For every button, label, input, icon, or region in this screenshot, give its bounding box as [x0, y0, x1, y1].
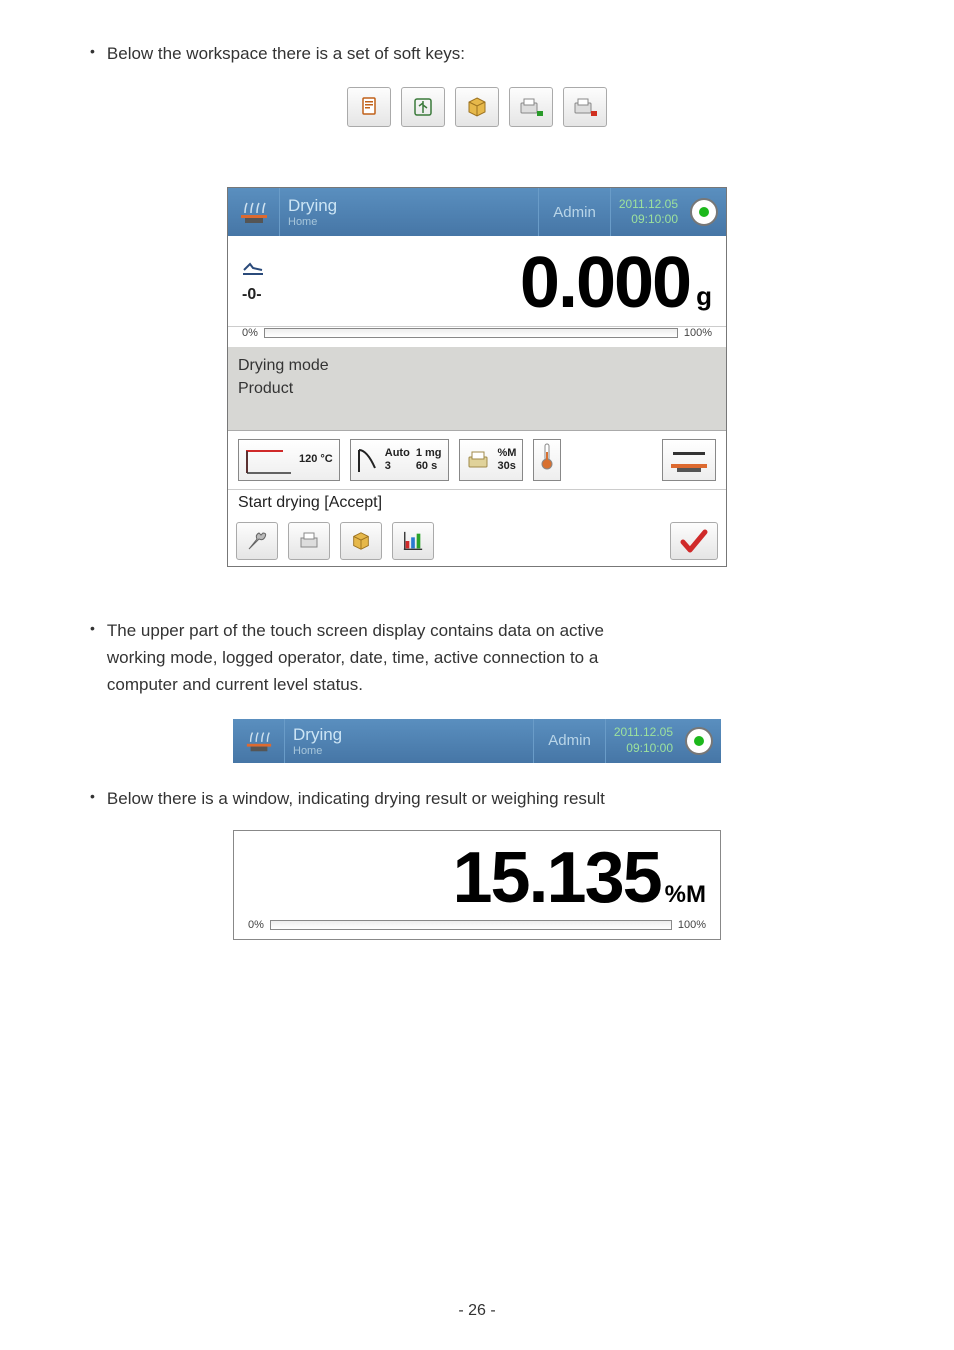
- result-unit: %M: [665, 881, 706, 909]
- bar-chart-icon: [402, 530, 424, 552]
- result-progress-right: 100%: [678, 919, 706, 931]
- bullet-text: Below the workspace there is a set of so…: [107, 40, 465, 67]
- led-dot-icon: [699, 207, 709, 217]
- device-screen: Drying Home Admin 2011.12.05 09:10:00 -0…: [227, 187, 727, 567]
- mini-mode-icon[interactable]: [233, 719, 285, 763]
- dryer-icon: [237, 197, 271, 227]
- bullet-dot: •: [90, 785, 95, 812]
- package-button[interactable]: [340, 522, 382, 560]
- package-icon: [465, 95, 489, 119]
- thermo-param[interactable]: [533, 439, 561, 481]
- bullet-result-window: • Below there is a window, indicating dr…: [90, 785, 864, 812]
- mode-line-1: Drying mode: [238, 355, 716, 377]
- mini-title: Drying: [293, 725, 533, 745]
- mini-led: [685, 727, 713, 755]
- bullet-upper-part: • The upper part of the touch screen dis…: [90, 617, 864, 699]
- tools-button[interactable]: [236, 522, 278, 560]
- bullet-dot: •: [90, 40, 95, 67]
- thermometer-icon: [540, 442, 554, 470]
- weight-value: 0.000: [264, 242, 690, 324]
- date-value: 2011.12.05: [619, 197, 678, 213]
- bullet-dot: •: [90, 617, 95, 699]
- print-param[interactable]: %M 30s: [459, 439, 524, 481]
- printer-red-icon: [571, 95, 599, 119]
- mg-label: 1 mg: [416, 447, 442, 460]
- print-button[interactable]: [288, 522, 330, 560]
- printer-icon: [466, 448, 492, 472]
- para2-line2: working mode, logged operator, date, tim…: [107, 644, 604, 671]
- page-number: - 26 -: [0, 1302, 954, 1320]
- para3-text: Below there is a window, indicating dryi…: [107, 785, 605, 812]
- mode-line-2: Product: [238, 378, 716, 400]
- auto-graph-icon: [357, 446, 379, 474]
- usb-icon: [411, 95, 435, 119]
- dryer-small-icon: [669, 446, 709, 474]
- auto-label: Auto: [385, 447, 410, 460]
- soft-key-4[interactable]: [509, 87, 553, 127]
- wrench-icon: [245, 529, 269, 553]
- user-label[interactable]: Admin: [538, 188, 611, 236]
- time-value: 09:10:00: [619, 212, 678, 228]
- titlebar: Drying Home Admin 2011.12.05 09:10:00: [228, 188, 726, 236]
- progress-bar: [264, 328, 678, 338]
- mini-date: 2011.12.05: [614, 725, 673, 741]
- result-progress-bar: [270, 920, 672, 930]
- interval-label: 30s: [498, 460, 517, 473]
- printer-green-icon: [517, 95, 545, 119]
- document-icon: [357, 95, 381, 119]
- bottom-button-row: [228, 516, 726, 566]
- weight-unit: g: [690, 281, 712, 324]
- para2-line1: The upper part of the touch screen displ…: [107, 617, 604, 644]
- zero-indicator: -0-: [242, 286, 262, 304]
- package-small-icon: [350, 530, 372, 552]
- dryer-icon: [243, 727, 275, 755]
- pct-m-label: %M: [498, 447, 517, 460]
- mini-sub: Home: [293, 745, 533, 757]
- result-window: 15.135 %M 0% 100%: [233, 830, 721, 940]
- mini-datetime: 2011.12.05 09:10:00: [606, 725, 681, 756]
- spacer: [444, 522, 660, 560]
- chart-button[interactable]: [392, 522, 434, 560]
- soft-key-5[interactable]: [563, 87, 607, 127]
- mini-titlebar: Drying Home Admin 2011.12.05 09:10:00: [233, 719, 721, 763]
- para2-line3: computer and current level status.: [107, 671, 604, 698]
- mini-user[interactable]: Admin: [533, 719, 606, 763]
- bullet-soft-keys: • Below the workspace there is a set of …: [90, 40, 864, 67]
- level-icon: [242, 262, 264, 276]
- mini-time: 09:10:00: [614, 741, 673, 757]
- result-value: 15.135: [452, 837, 660, 919]
- result-progress-left: 0%: [248, 919, 264, 931]
- sec-label: 60 s: [416, 460, 442, 473]
- mode-icon[interactable]: [228, 188, 280, 236]
- printer-small-icon: [297, 529, 321, 553]
- auto-sub: 3: [385, 460, 410, 473]
- soft-key-1[interactable]: [347, 87, 391, 127]
- mode-title: Drying: [288, 196, 538, 216]
- progress-right-label: 100%: [684, 327, 712, 339]
- mode-subtitle: Home: [288, 216, 538, 228]
- progress-left-label: 0%: [242, 327, 258, 339]
- soft-key-3[interactable]: [455, 87, 499, 127]
- temp-graph-icon: [245, 445, 293, 475]
- temp-value: 120 °C: [299, 453, 333, 466]
- dryer-param[interactable]: [662, 439, 716, 481]
- checkmark-icon: [679, 528, 709, 554]
- status-line: Start drying [Accept]: [228, 489, 726, 516]
- auto-param[interactable]: Auto 3 1 mg 60 s: [350, 439, 449, 481]
- progress-row: 0% 100%: [228, 327, 726, 347]
- temp-param[interactable]: 120 °C: [238, 439, 340, 481]
- accept-button[interactable]: [670, 522, 718, 560]
- mode-area: Drying mode Product: [228, 347, 726, 431]
- weigh-area: -0- 0.000 g: [228, 236, 726, 327]
- datetime: 2011.12.05 09:10:00: [611, 197, 686, 228]
- params-row: 120 °C Auto 3 1 mg 60 s %M 30: [228, 431, 726, 489]
- soft-keys-row: [90, 87, 864, 127]
- titlebar-titles: Drying Home: [280, 196, 538, 228]
- connection-led: [690, 198, 718, 226]
- led-dot-icon: [694, 736, 704, 746]
- soft-key-2[interactable]: [401, 87, 445, 127]
